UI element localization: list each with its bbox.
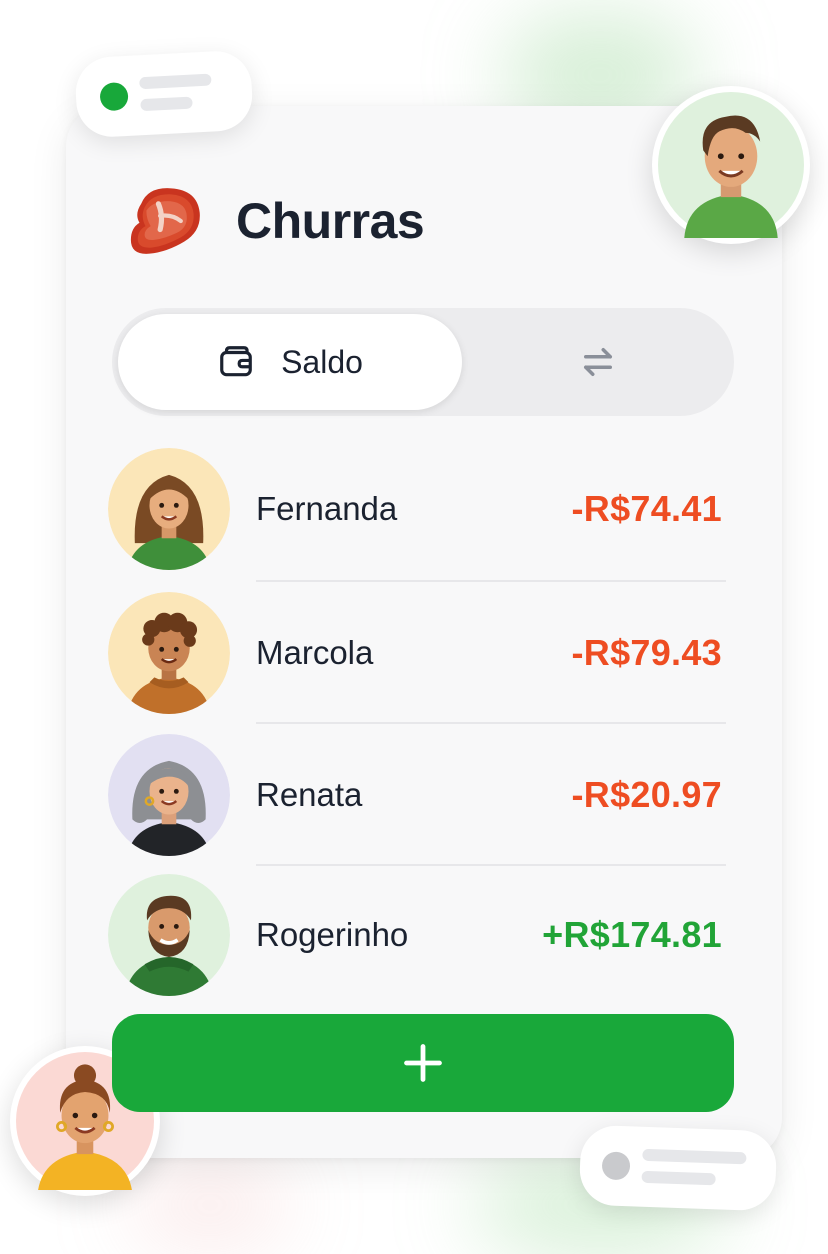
row-divider: [256, 864, 726, 866]
plus-icon: [404, 1044, 442, 1082]
avatar-man-icon: [658, 92, 804, 238]
balance-amount: -R$74.41: [571, 488, 722, 529]
avatar: [108, 448, 230, 570]
avatar-woman-gray-hair-icon: [108, 734, 230, 856]
swap-arrows-icon: [584, 348, 612, 376]
wallet-icon: [220, 346, 252, 377]
avatar: [108, 592, 230, 714]
avatar-man-curly-hair-icon: [108, 592, 230, 714]
balance-amount: +R$174.81: [542, 914, 722, 955]
status-dot-icon: [99, 81, 129, 112]
avatar-woman-long-hair-icon: [108, 448, 230, 570]
add-expense-button[interactable]: [112, 1014, 734, 1112]
app-header: Churras: [124, 176, 425, 266]
person-name: Rogerinho: [256, 916, 409, 953]
tab-transfers[interactable]: [462, 308, 734, 416]
avatar: [108, 874, 230, 996]
tab-saldo[interactable]: Saldo: [118, 314, 462, 410]
person-name: Renata: [256, 776, 363, 813]
row-divider: [256, 580, 726, 582]
list-item-marcola[interactable]: Marcola -R$79.43: [108, 590, 730, 714]
list-item-rogerinho[interactable]: Rogerinho +R$174.81: [108, 872, 730, 996]
list-item-fernanda[interactable]: Fernanda -R$74.41: [108, 446, 730, 570]
list-item-renata[interactable]: Renata -R$20.97: [108, 732, 730, 856]
avatar-man-beard-icon: [108, 874, 230, 996]
person-name: Marcola: [256, 634, 374, 671]
floating-avatar-man: [652, 86, 810, 244]
person-name: Fernanda: [256, 490, 398, 527]
avatar: [108, 734, 230, 856]
notification-pill-decoration: [74, 49, 254, 139]
balance-amount: -R$79.43: [571, 632, 722, 673]
notification-pill-decoration-bottom: [578, 1124, 778, 1212]
balance-amount: -R$20.97: [571, 774, 722, 815]
steak-icon: [130, 188, 200, 254]
status-dot-icon: [601, 1151, 631, 1181]
page-title: Churras: [236, 193, 425, 249]
background-glow-pink: [130, 1160, 290, 1250]
tab-saldo-label: Saldo: [281, 343, 363, 380]
row-divider: [256, 722, 726, 724]
view-switcher: Saldo: [112, 308, 734, 416]
